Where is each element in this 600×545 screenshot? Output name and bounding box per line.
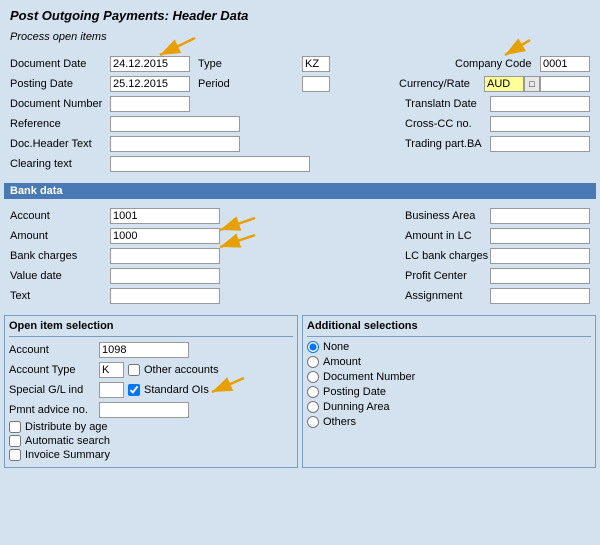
clearing-text-label: Clearing text [10,158,110,170]
assignment-label: Assignment [405,290,490,302]
amount-input[interactable] [110,228,220,244]
standard-ois-label: Standard OIs [144,384,209,396]
trading-part-label: Trading part.BA [405,138,490,150]
invoice-summary-checkbox[interactable] [9,449,21,461]
translatn-date-label: Translatn Date [405,98,490,110]
lc-bank-charges-label: LC bank charges [405,250,490,262]
trading-part-input[interactable] [490,136,590,152]
cross-cc-input[interactable] [490,116,590,132]
doc-header-text-label: Doc.Header Text [10,138,110,150]
automatic-search-label: Automatic search [25,435,110,447]
bank-charges-label: Bank charges [10,250,110,262]
translatn-date-input[interactable] [490,96,590,112]
oi-account-input[interactable] [99,342,189,358]
period-label: Period [198,78,298,90]
doc-header-text-input[interactable] [110,136,240,152]
amount-lc-input[interactable] [490,228,590,244]
profit-center-input[interactable] [490,268,590,284]
assignment-input[interactable] [490,288,590,304]
text-input[interactable] [110,288,220,304]
document-number-input[interactable] [110,96,190,112]
account-type-label: Account Type [9,364,99,376]
oi-account-label: Account [9,344,99,356]
additional-posting-date-radio[interactable] [307,386,319,398]
pmnt-advice-label: Pmnt advice no. [9,404,99,416]
additional-document-number-label: Document Number [323,371,415,383]
bank-data-section-header: Bank data [4,183,596,199]
type-input[interactable] [302,56,330,72]
period-input[interactable] [302,76,330,92]
amount-lc-label: Amount in LC [405,230,490,242]
account-type-input[interactable] [99,362,124,378]
additional-dunning-area-radio[interactable] [307,401,319,413]
business-area-label: Business Area [405,210,490,222]
additional-dunning-area-label: Dunning Area [323,401,390,413]
standard-ois-checkbox[interactable] [128,384,140,396]
posting-date-input[interactable] [110,76,190,92]
cross-cc-label: Cross-CC no. [405,118,490,130]
distribute-by-age-checkbox[interactable] [9,421,21,433]
profit-center-label: Profit Center [405,270,490,282]
invoice-summary-label: Invoice Summary [25,449,110,461]
bank-account-input[interactable] [110,208,220,224]
additional-none-radio[interactable] [307,341,319,353]
additional-none-label: None [323,341,349,353]
page-title: Post Outgoing Payments: Header Data [10,8,590,23]
distribute-by-age-label: Distribute by age [25,421,108,433]
text-label: Text [10,290,110,302]
open-item-section-title: Open item selection [9,320,293,332]
currency-browse-button[interactable]: □ [524,76,540,92]
business-area-input[interactable] [490,208,590,224]
other-accounts-checkbox[interactable] [128,364,140,376]
special-gl-input[interactable] [99,382,124,398]
pmnt-advice-input[interactable] [99,402,189,418]
company-code-input[interactable] [540,56,590,72]
document-date-input[interactable] [110,56,190,72]
posting-date-label: Posting Date [10,78,110,90]
additional-others-radio[interactable] [307,416,319,428]
process-label: Process open items [10,31,590,45]
additional-amount-label: Amount [323,356,361,368]
bank-account-label: Account [10,210,110,222]
currency-rate-input[interactable] [484,76,524,92]
additional-document-number-radio[interactable] [307,371,319,383]
document-number-label: Document Number [10,98,110,110]
additional-others-label: Others [323,416,356,428]
reference-label: Reference [10,118,110,130]
value-date-label: Value date [10,270,110,282]
bank-charges-input[interactable] [110,248,220,264]
special-gl-label: Special G/L ind [9,384,99,396]
company-code-label: Company Code [455,58,540,70]
amount-label: Amount [10,230,110,242]
other-accounts-label: Other accounts [144,364,219,376]
document-date-label: Document Date [10,58,110,70]
lc-bank-charges-input[interactable] [490,248,590,264]
additional-section-title: Additional selections [307,320,591,332]
currency-rate-label: Currency/Rate [399,78,484,90]
additional-posting-date-label: Posting Date [323,386,386,398]
currency-rate-extra-input[interactable] [540,76,590,92]
clearing-text-input[interactable] [110,156,310,172]
type-label: Type [198,58,298,70]
additional-amount-radio[interactable] [307,356,319,368]
automatic-search-checkbox[interactable] [9,435,21,447]
value-date-input[interactable] [110,268,220,284]
reference-input[interactable] [110,116,240,132]
